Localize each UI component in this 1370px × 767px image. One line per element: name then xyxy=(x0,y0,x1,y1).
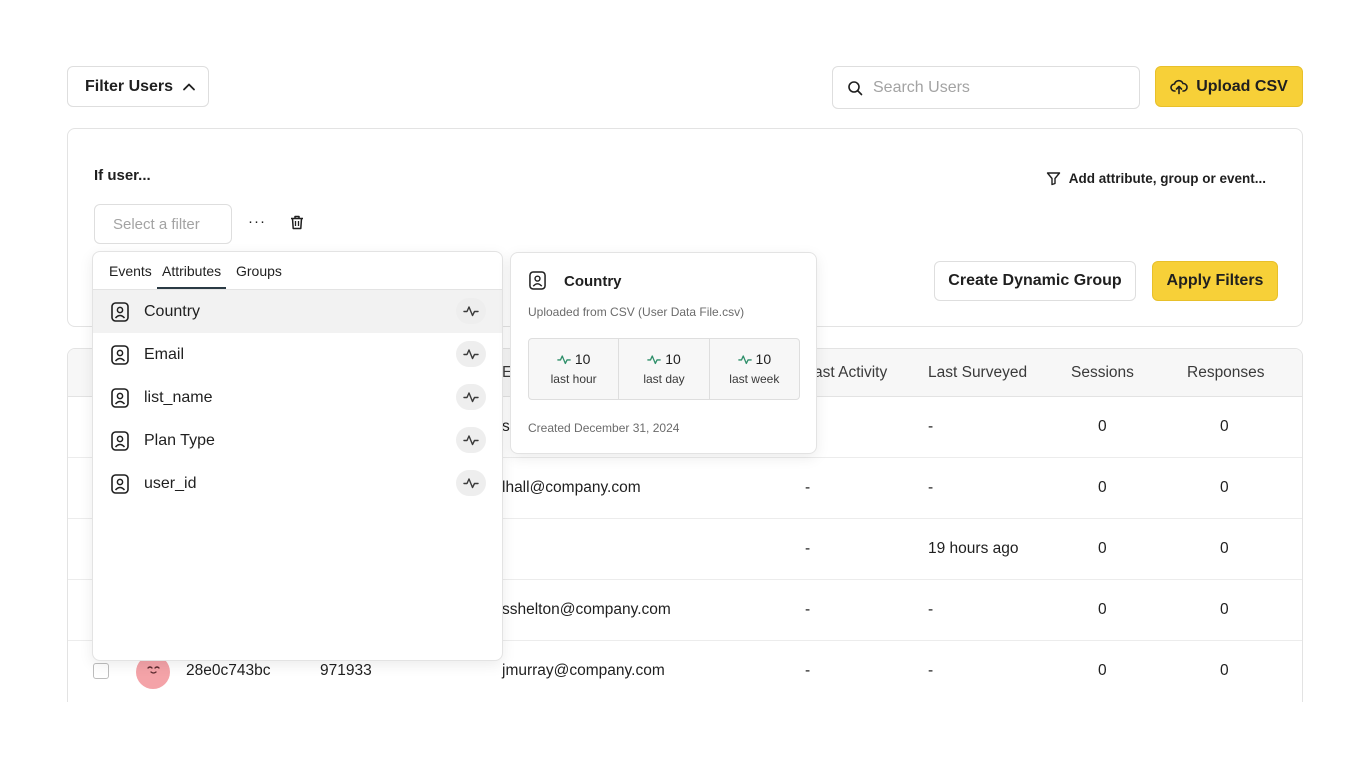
more-options-button[interactable]: ··· xyxy=(248,213,266,230)
upload-csv-label: Upload CSV xyxy=(1196,77,1288,95)
cell-sessions: 0 xyxy=(1098,418,1107,435)
select-filter-input[interactable]: Select a filter xyxy=(94,204,232,244)
cell-sessions: 0 xyxy=(1098,479,1107,496)
attribute-detail-tooltip: Country Uploaded from CSV (User Data Fil… xyxy=(510,252,817,454)
cell-last-surveyed: - xyxy=(928,418,934,435)
cell-email: sshelton@company.com xyxy=(502,601,671,618)
activity-pulse-icon xyxy=(557,354,571,364)
dropdown-item-email[interactable]: Email xyxy=(93,333,502,376)
tab-groups[interactable]: Groups xyxy=(236,263,282,279)
cell-responses: 0 xyxy=(1220,540,1229,557)
row-checkbox[interactable] xyxy=(93,663,109,679)
tab-events[interactable]: Events xyxy=(109,263,152,279)
create-dynamic-group-button[interactable]: Create Dynamic Group xyxy=(934,261,1136,301)
delete-filter-button[interactable] xyxy=(290,215,304,235)
filter-users-label: Filter Users xyxy=(85,77,174,95)
col-last-surveyed-header[interactable]: Last Surveyed xyxy=(928,364,1027,382)
dropdown-item-country[interactable]: Country xyxy=(93,290,502,333)
activity-pulse-button[interactable] xyxy=(456,341,486,367)
activity-pulse-icon xyxy=(737,354,752,364)
cell-responses: 0 xyxy=(1220,479,1229,496)
cell-last-activity: - xyxy=(805,540,811,557)
dropdown-item-label: Plan Type xyxy=(144,432,215,449)
cloud-upload-icon xyxy=(1170,79,1189,94)
col-responses-header[interactable]: Responses xyxy=(1187,364,1265,382)
cell-email: lhall@company.com xyxy=(502,479,641,496)
tooltip-subtitle: Uploaded from CSV (User Data File.csv) xyxy=(528,305,745,319)
activity-pulse-button[interactable] xyxy=(456,427,486,453)
tab-attributes[interactable]: Attributes xyxy=(156,263,227,289)
stat-value: 10 xyxy=(755,351,772,367)
chevron-up-icon xyxy=(183,83,195,90)
stat-value: 10 xyxy=(574,351,591,367)
cell-last-surveyed: - xyxy=(928,662,934,679)
activity-pulse-icon xyxy=(463,306,479,317)
stat-label: last week xyxy=(729,372,780,386)
stat-label: last hour xyxy=(550,372,597,386)
cell-last-surveyed: - xyxy=(928,601,934,618)
dropdown-item-list-name[interactable]: list_name xyxy=(93,376,502,419)
dropdown-item-label: user_id xyxy=(144,475,197,492)
cell-user-id: 28e0c743bc xyxy=(186,662,271,679)
filter-heading: If user... xyxy=(94,167,151,184)
cell-responses: 0 xyxy=(1220,662,1229,679)
col-sessions-header[interactable]: Sessions xyxy=(1071,364,1134,382)
cell-email: s xyxy=(502,418,510,435)
cell-sessions: 0 xyxy=(1098,662,1107,679)
tooltip-created-date: Created December 31, 2024 xyxy=(528,421,680,435)
stat-last-week: 10 last week xyxy=(710,339,799,399)
cell-last-surveyed: 19 hours ago xyxy=(928,540,1019,557)
tooltip-title: Country xyxy=(564,273,622,290)
apply-filters-button[interactable]: Apply Filters xyxy=(1152,261,1278,301)
cell-sessions: 0 xyxy=(1098,540,1107,557)
person-badge-icon xyxy=(529,271,546,290)
dropdown-item-label: Email xyxy=(144,346,185,363)
cell-last-activity: - xyxy=(805,662,811,679)
dropdown-item-plan-type[interactable]: Plan Type xyxy=(93,419,502,462)
search-users-input[interactable] xyxy=(873,78,1113,97)
cell-responses: 0 xyxy=(1220,418,1229,435)
person-badge-icon xyxy=(111,345,129,365)
activity-pulse-icon xyxy=(463,435,479,446)
activity-pulse-icon xyxy=(463,478,479,489)
person-badge-icon xyxy=(111,474,129,494)
dropdown-tabs: Events Attributes Groups xyxy=(93,252,502,290)
cell-last-surveyed: - xyxy=(928,479,934,496)
dropdown-item-label: Country xyxy=(144,303,201,320)
person-badge-icon xyxy=(111,431,129,451)
stat-value: 10 xyxy=(665,351,681,367)
tooltip-stats: 10 last hour 10 last day 10 last week xyxy=(528,338,800,400)
stat-last-hour: 10 last hour xyxy=(529,339,620,399)
person-badge-icon xyxy=(111,302,129,322)
search-icon xyxy=(848,80,863,95)
search-users-box[interactable] xyxy=(832,66,1140,109)
person-badge-icon xyxy=(111,388,129,408)
add-attribute-label: Add attribute, group or event... xyxy=(1068,171,1266,186)
cell-external-id: 971933 xyxy=(320,662,372,679)
cell-email: jmurray@company.com xyxy=(502,662,665,679)
cell-last-activity: - xyxy=(805,601,811,618)
activity-pulse-button[interactable] xyxy=(456,470,486,496)
cell-sessions: 0 xyxy=(1098,601,1107,618)
cell-responses: 0 xyxy=(1220,601,1229,618)
activity-pulse-icon xyxy=(463,349,479,360)
upload-csv-button[interactable]: Upload CSV xyxy=(1155,66,1303,107)
dropdown-item-label: list_name xyxy=(144,389,213,406)
add-attribute-link[interactable]: Add attribute, group or event... xyxy=(1046,171,1266,186)
stat-last-day: 10 last day xyxy=(619,339,710,399)
col-last-activity-header[interactable]: ast Activity xyxy=(814,364,887,382)
activity-pulse-icon xyxy=(463,392,479,403)
funnel-icon xyxy=(1046,172,1060,186)
dropdown-item-user-id[interactable]: user_id xyxy=(93,462,502,505)
trash-icon xyxy=(291,215,303,230)
filter-dropdown: Events Attributes Groups Country Email l… xyxy=(92,251,503,661)
activity-pulse-button[interactable] xyxy=(456,298,486,324)
activity-pulse-button[interactable] xyxy=(456,384,486,410)
filter-users-button[interactable]: Filter Users xyxy=(67,66,209,107)
cell-last-activity: - xyxy=(805,479,811,496)
activity-pulse-icon xyxy=(647,354,661,364)
stat-label: last day xyxy=(643,372,685,386)
